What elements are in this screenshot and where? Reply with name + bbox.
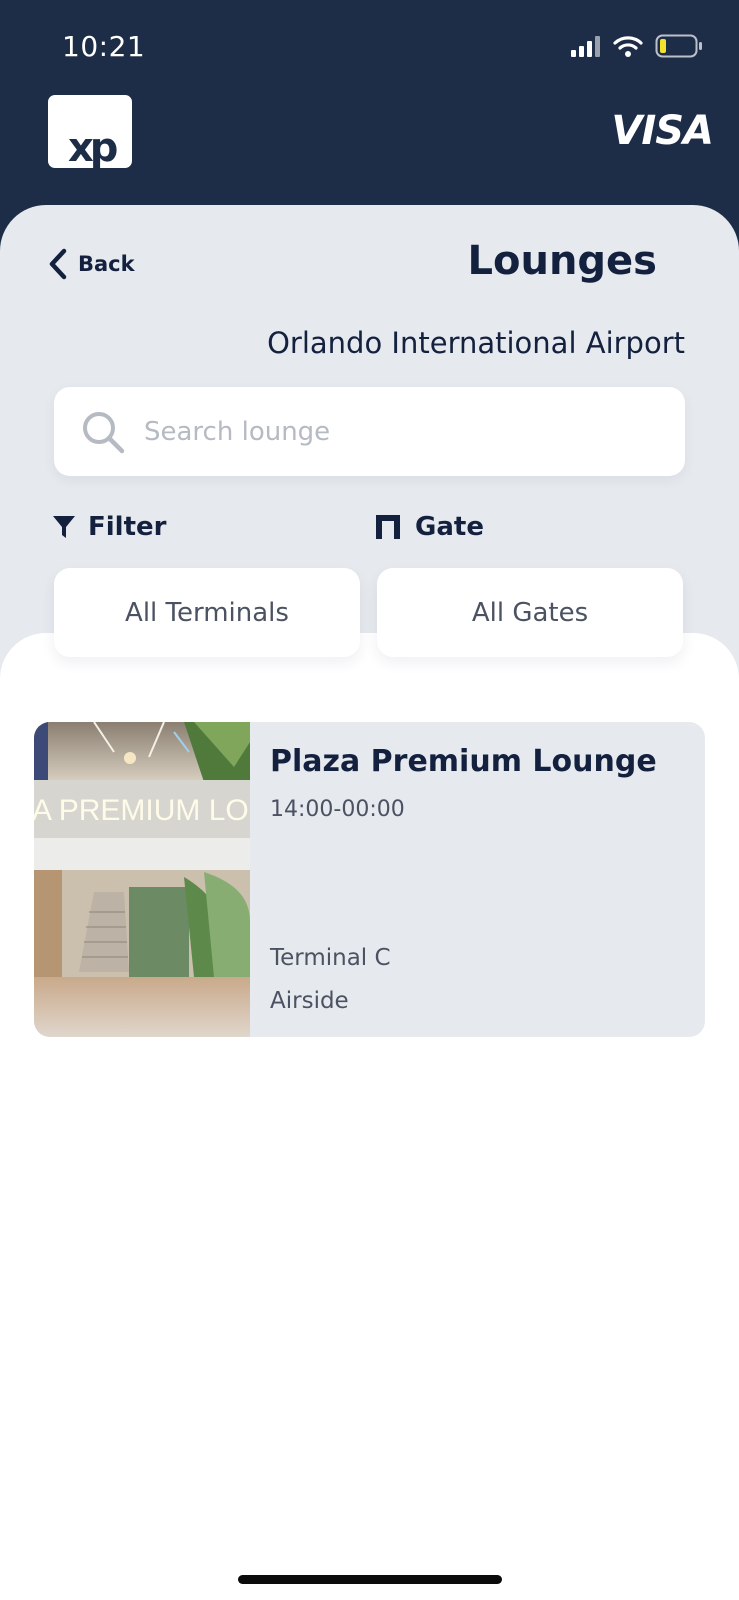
- xp-logo: xp: [48, 95, 132, 168]
- status-time: 10:21: [62, 30, 146, 63]
- wifi-icon: [613, 36, 643, 57]
- lounge-hours: 14:00-00:00: [270, 797, 405, 822]
- lounge-card[interactable]: A PREMIUM LO Plaza Premium Lounge 14:00-…: [34, 722, 705, 1037]
- lounge-photo: A PREMIUM LO: [34, 722, 250, 1037]
- page-title: Lounges: [467, 238, 658, 284]
- status-bar: 10:21: [0, 0, 739, 92]
- search-input[interactable]: [144, 416, 644, 447]
- filter-heading: Filter: [52, 512, 166, 542]
- status-icons: [571, 34, 703, 58]
- back-label: Back: [78, 252, 135, 276]
- battery-icon: [655, 34, 702, 58]
- signal-icon: [571, 36, 600, 57]
- gate-heading: Gate: [375, 512, 484, 542]
- back-button[interactable]: Back: [48, 248, 135, 280]
- gate-icon: [376, 515, 400, 539]
- home-indicator[interactable]: [238, 1575, 502, 1584]
- lounge-info: Plaza Premium Lounge 14:00-00:00 Termina…: [250, 722, 705, 1037]
- terminal-select[interactable]: All Terminals: [54, 568, 360, 657]
- gate-select[interactable]: All Gates: [377, 568, 683, 657]
- visa-logo: VISA: [611, 108, 714, 154]
- chevron-left-icon: [49, 248, 67, 280]
- xp-logo-text: xp: [68, 125, 117, 168]
- airport-name: Orlando International Airport: [267, 326, 685, 360]
- filter-icon: [53, 516, 75, 538]
- lounge-terminal: Terminal C: [270, 945, 391, 971]
- search-box[interactable]: [54, 387, 685, 476]
- search-icon: [83, 411, 125, 453]
- photo-sign-text: A PREMIUM LO: [34, 794, 249, 827]
- gate-label: Gate: [415, 512, 484, 542]
- lounge-side: Airside: [270, 988, 349, 1014]
- filter-label: Filter: [88, 512, 167, 542]
- lounge-name: Plaza Premium Lounge: [270, 744, 657, 779]
